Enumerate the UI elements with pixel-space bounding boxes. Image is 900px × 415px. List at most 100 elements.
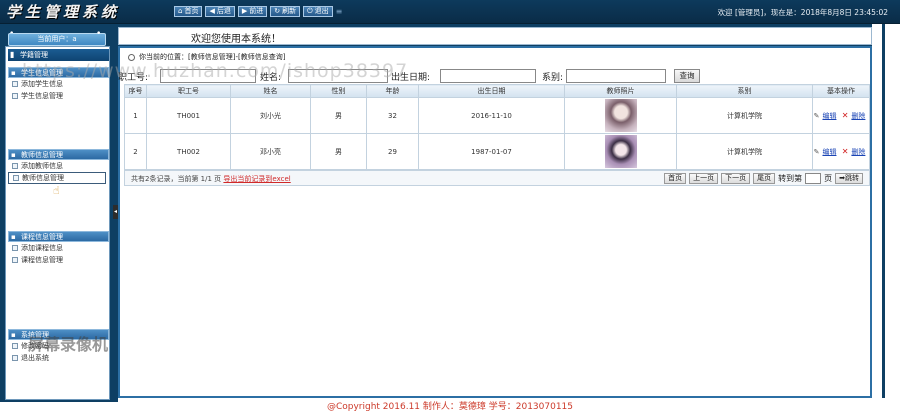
refresh-button[interactable]: ↻ 刷新	[270, 6, 301, 17]
nav-separator: ≡	[335, 7, 343, 16]
sidebar-item-change-password[interactable]: 修改密码	[8, 340, 109, 352]
cell-age: 29	[366, 133, 419, 170]
pencil-icon: ✎	[813, 111, 820, 120]
sidebar-item-label: 课程信息管理	[21, 256, 63, 264]
right-gutter	[872, 24, 900, 402]
teacher-photo	[604, 135, 637, 168]
go-button[interactable]: ➡跳转	[835, 173, 863, 184]
folder-icon: ▪	[11, 233, 16, 241]
search-button[interactable]: 查询	[674, 69, 700, 83]
sidebar-item-label: 教师信息管理	[22, 174, 64, 182]
teacher-table: 序号 职工号 姓名 性别 年龄 出生日期 教师照片 系别 基本操作 1 TH00…	[124, 84, 870, 170]
welcome-message: 欢迎您使用本系统！	[191, 34, 281, 45]
doc-icon	[12, 257, 18, 263]
doc-icon	[12, 163, 18, 169]
sidebar-group-system: ▪ 系统管理 修改密码 退出系统	[8, 329, 109, 364]
sidebar-item-add-teacher[interactable]: 添加教师信息	[8, 160, 109, 172]
pencil-icon: ✎	[813, 147, 820, 156]
pin-icon: •	[96, 29, 102, 39]
cell-photo	[564, 97, 677, 134]
sidebar-item-add-course[interactable]: 添加课程信息	[8, 242, 109, 254]
cell-teacher-id: TH002	[146, 133, 231, 170]
back-label: 后退	[216, 7, 231, 15]
top-nav: ⌂ 首页 ◀ 后退 ▶ 前进 ↻ 刷新 ⏻ 退出 ≡	[174, 6, 342, 17]
back-icon: ◀	[209, 7, 215, 15]
sub-bar: 欢迎您使用本系统！	[0, 24, 900, 46]
delete-x-icon: ✕	[841, 146, 849, 156]
teacher-id-input[interactable]	[160, 69, 256, 83]
back-button[interactable]: ◀ 后退	[205, 6, 235, 17]
sidebar-group-head[interactable]: ▪ 课程信息管理	[8, 231, 109, 242]
next-page-button[interactable]: 下一页	[721, 173, 751, 184]
name-input[interactable]	[288, 69, 388, 83]
department-label: 系别:	[542, 73, 564, 83]
forward-button[interactable]: ▶ 前进	[237, 6, 268, 17]
sidebar-group-head[interactable]: ▪ 学生信息管理	[8, 67, 109, 78]
home-label: 首页	[184, 7, 199, 15]
doc-icon	[13, 175, 19, 181]
column-header: 序号	[124, 84, 147, 98]
footer-copyright: @Copyright 2016.11 制作人：莫德璋 学号：2013070115	[326, 402, 574, 412]
prev-page-button[interactable]: 上一页	[689, 173, 719, 184]
breadcrumb: 你当前的位置：[教师信息管理]-[教师信息查询]	[128, 52, 285, 62]
delete-link[interactable]: 删除	[851, 112, 865, 120]
main-content: 你当前的位置：[教师信息管理]-[教师信息查询] 职工号: 姓名: 出生日期: …	[118, 46, 872, 398]
sidebar-top-head-label: 学籍管理	[20, 51, 48, 59]
column-header: 年龄	[366, 84, 419, 98]
sidebar: ▮ 学籍管理 ▪ 学生信息管理 添加学生信息 学生信息管理 ▪ 教师信息管理 添加教…	[0, 46, 113, 402]
sidebar-item-label: 修改密码	[21, 342, 49, 350]
edit-link[interactable]: 编辑	[822, 148, 836, 156]
sidebar-item-exit[interactable]: 退出系统	[8, 352, 109, 364]
teacher-id-label: 职工号:	[118, 73, 149, 83]
sidebar-group-title: 系统管理	[21, 331, 49, 339]
cell-photo	[564, 133, 677, 170]
birth-date-label: 出生日期:	[391, 73, 431, 83]
right-border	[882, 24, 885, 398]
last-page-button[interactable]: 尾页	[753, 173, 776, 184]
column-header: 出生日期	[418, 84, 565, 98]
cell-actions: ✎ 编辑 ✕ 删除	[812, 97, 870, 134]
name-label: 姓名:	[260, 73, 282, 83]
column-header: 职工号	[146, 84, 231, 98]
edit-link[interactable]: 编辑	[822, 112, 836, 120]
department-input[interactable]	[566, 69, 666, 83]
sidebar-group-head[interactable]: ▪ 系统管理	[8, 329, 109, 340]
sidebar-item-add-student[interactable]: 添加学生信息	[8, 78, 109, 90]
sidebar-group-head[interactable]: ▪ 教师信息管理	[8, 149, 109, 160]
sidebar-top-head[interactable]: ▮ 学籍管理	[8, 49, 109, 61]
teacher-photo	[604, 99, 637, 132]
logout-label: 退出	[314, 7, 329, 15]
column-header: 姓名	[230, 84, 311, 98]
home-button[interactable]: ⌂ 首页	[174, 6, 203, 17]
cell-department: 计算机学院	[676, 97, 813, 134]
home-icon: ⌂	[178, 7, 183, 15]
cell-name: 刘小光	[230, 97, 311, 134]
cell-no: 1	[124, 97, 147, 134]
pager-buttons: 首页 上一页 下一页 尾页 转到第 页 ➡跳转	[664, 173, 863, 184]
export-excel-link[interactable]: 导出当前记录到excel	[223, 175, 290, 183]
first-page-button[interactable]: 首页	[664, 173, 687, 184]
delete-link[interactable]: 删除	[851, 148, 865, 156]
cell-name: 邓小亮	[230, 133, 311, 170]
sidebar-item-manage-course[interactable]: 课程信息管理	[8, 254, 109, 266]
record-info: 共有2条记录，当前第 1/1 页 导出当前记录到excel	[131, 174, 291, 184]
doc-icon	[12, 245, 18, 251]
forward-icon: ▶	[241, 7, 248, 15]
page-number-input[interactable]	[805, 173, 822, 184]
delete-x-icon: ✕	[841, 110, 849, 120]
location-icon	[128, 53, 135, 61]
pagination-bar: 共有2条记录，当前第 1/1 页 导出当前记录到excel 首页 上一页 下一页…	[124, 170, 870, 186]
refresh-icon: ↻	[274, 7, 281, 15]
logout-button[interactable]: ⏻ 退出	[303, 6, 333, 17]
cell-department: 计算机学院	[676, 133, 813, 170]
hand-cursor-icon: ☝	[53, 184, 60, 197]
sidebar-panel: ▮ 学籍管理 ▪ 学生信息管理 添加学生信息 学生信息管理 ▪ 教师信息管理 添加教…	[5, 46, 110, 400]
refresh-label: 刷新	[282, 7, 297, 15]
sidebar-item-manage-teacher[interactable]: 教师信息管理	[8, 172, 106, 184]
birth-date-input[interactable]	[440, 69, 536, 83]
cell-gender: 男	[310, 97, 367, 134]
sidebar-item-label: 学生信息管理	[21, 92, 63, 100]
sidebar-item-manage-student[interactable]: 学生信息管理	[8, 90, 109, 102]
current-user-badge: 当前用户：a	[8, 33, 106, 46]
doc-icon	[12, 343, 18, 349]
